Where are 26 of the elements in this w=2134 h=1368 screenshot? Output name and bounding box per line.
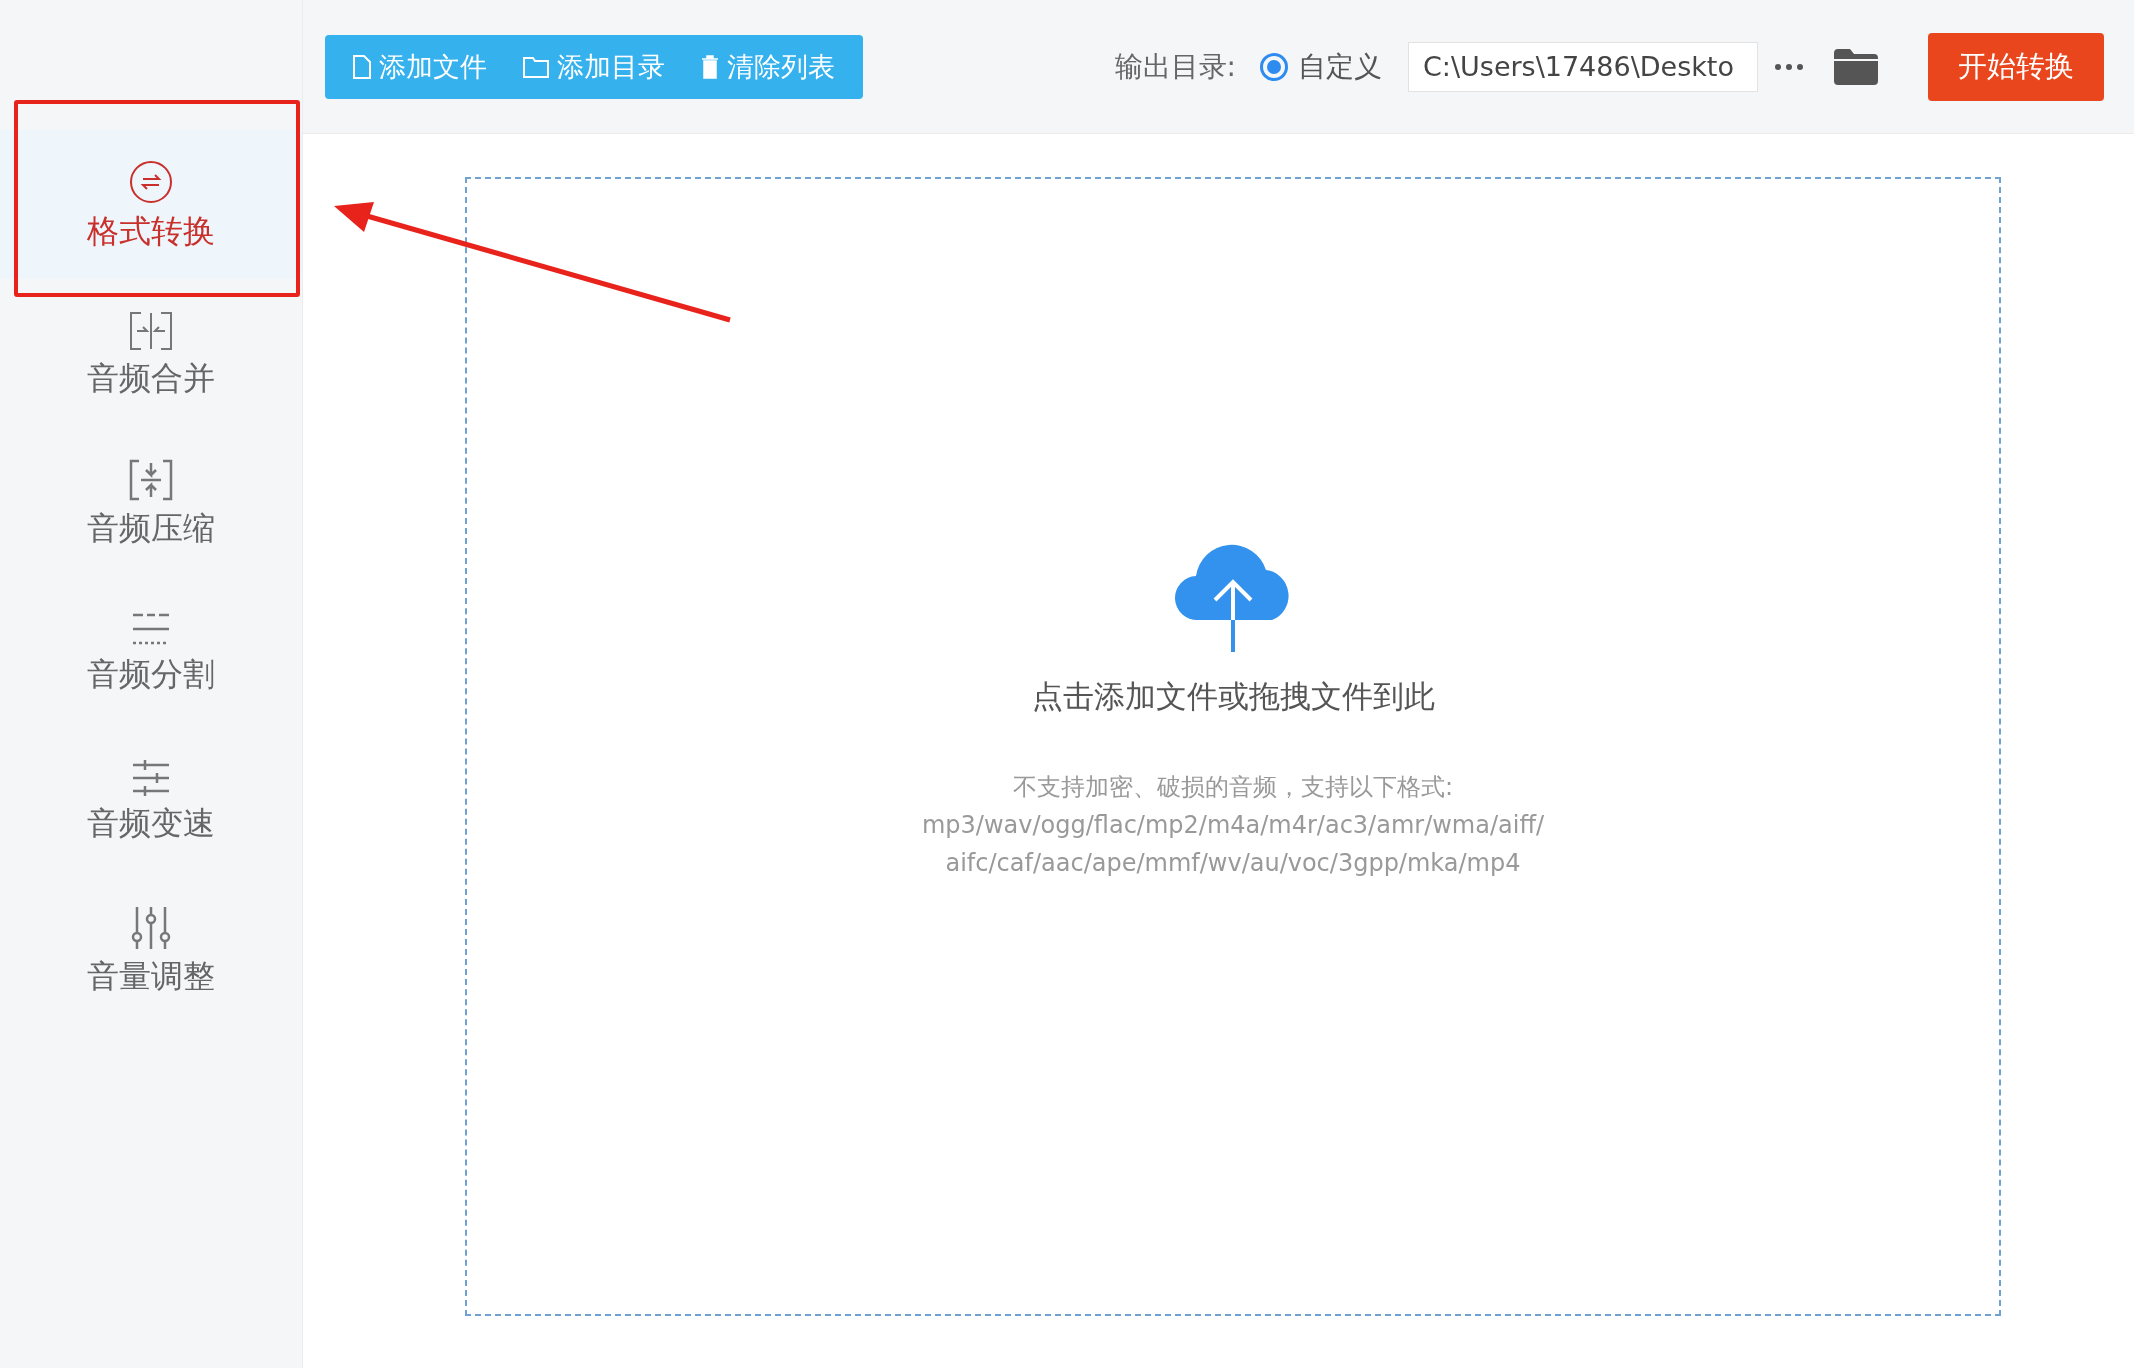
format-hint: 不支持加密、破损的音频，支持以下格式: [1012,771,1454,803]
sidebar-item[interactable]: 音频压缩 [0,428,302,577]
file-icon [353,54,371,79]
trash-icon [701,54,719,79]
compress-icon [129,458,173,501]
swap-arrows-icon [129,159,173,204]
sidebar-item[interactable]: 音频变速 [0,726,302,875]
more-dots-icon[interactable] [1774,62,1804,71]
sidebar-item[interactable]: 音量调整 [0,875,302,1024]
folder-icon [523,55,549,78]
equalizer-icon [131,904,171,949]
folder-icon[interactable] [1834,48,1878,85]
radio-option[interactable]: 自定义 [1260,47,1382,86]
sidebar-item[interactable]: 音频分割 [0,577,302,726]
drop-zone[interactable]: 点击添加文件或拖拽文件到此 不支持加密、破损的音频，支持以下格式: mp3/wav/ogg/flac/mp2/m4a/m4r/ac3/amr/wma/aiff/ aifc/caf/aac/ape/mmf/wv/au/voc/3gpp/mka/mp4 [465,177,2001,1316]
merge-icon [129,310,173,351]
sidebar-item[interactable]: 格式转换 [0,130,302,279]
start-button[interactable]: 开始转换 [1928,32,2104,101]
format-hint: aifc/caf/aac/ape/mmf/wv/au/voc/3gpp/mka/mp4 [945,847,1521,879]
format-hint: mp3/wav/ogg/flac/mp2/m4a/m4r/ac3/amr/wma/aiff/ [921,809,1544,841]
output-label: 输出目录: [1114,48,1236,85]
drop-title: 点击添加文件或拖拽文件到此 [1031,676,1435,716]
sliders-icon [131,759,171,796]
radio-label: 自定义 [1298,48,1382,85]
sidebar-item[interactable]: 音频合并 [0,279,302,428]
path-field[interactable]: C:\Users\17486\Deskto [1408,41,1758,92]
